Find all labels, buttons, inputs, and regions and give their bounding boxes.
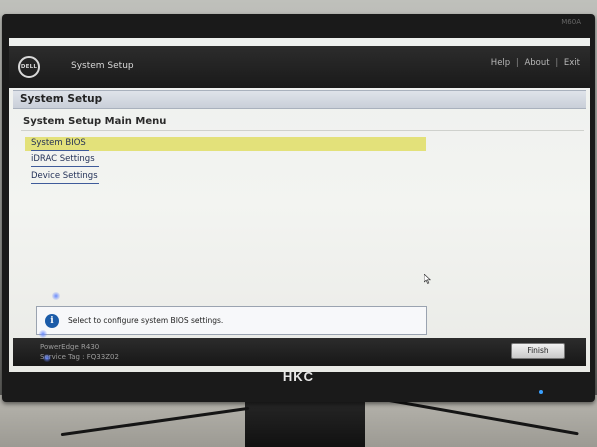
service-tag: Service Tag : FQ33Z02 xyxy=(40,353,119,361)
header-title: System Setup xyxy=(71,61,134,71)
light-reflection xyxy=(52,292,60,300)
info-icon: i xyxy=(45,314,59,328)
section-title: System Setup xyxy=(20,93,103,105)
menu-item-device-settings[interactable]: Device Settings xyxy=(25,170,225,184)
help-link[interactable]: Help xyxy=(491,58,510,68)
bios-screen: DELL System Setup Help | About | Exit Sy… xyxy=(9,38,590,372)
menu-item-label: System BIOS xyxy=(31,138,86,148)
menu-title: System Setup Main Menu xyxy=(23,116,167,127)
bezel-label: M60A xyxy=(561,18,581,26)
divider xyxy=(21,130,584,131)
about-link[interactable]: About xyxy=(524,58,549,68)
system-model: PowerEdge R430 xyxy=(40,343,100,351)
power-led xyxy=(539,390,543,394)
menu-item-system-bios[interactable]: System BIOS xyxy=(25,137,426,151)
header-bar: DELL System Setup Help | About | Exit xyxy=(9,46,590,88)
footer-bar: PowerEdge R430 Service Tag : FQ33Z02 Fin… xyxy=(13,338,586,366)
menu-item-label: iDRAC Settings xyxy=(31,154,95,164)
header-links: Help | About | Exit xyxy=(491,58,580,68)
dell-logo: DELL xyxy=(18,56,40,78)
link-separator: | xyxy=(515,58,519,68)
section-header: System Setup xyxy=(13,90,586,109)
link-separator: | xyxy=(555,58,559,68)
menu-item-underline xyxy=(31,183,99,184)
light-reflection xyxy=(39,330,47,338)
menu-item-label: Device Settings xyxy=(31,171,98,181)
menu-item-underline xyxy=(31,150,89,151)
mouse-pointer-icon xyxy=(424,274,432,284)
finish-button[interactable]: Finish xyxy=(511,343,565,359)
menu-item-idrac-settings[interactable]: iDRAC Settings xyxy=(25,153,225,167)
help-message-box: i Select to configure system BIOS settin… xyxy=(36,306,427,335)
exit-link[interactable]: Exit xyxy=(564,58,580,68)
light-reflection xyxy=(43,354,51,362)
menu-item-underline xyxy=(31,166,99,167)
help-text: Select to configure system BIOS settings… xyxy=(68,316,224,325)
